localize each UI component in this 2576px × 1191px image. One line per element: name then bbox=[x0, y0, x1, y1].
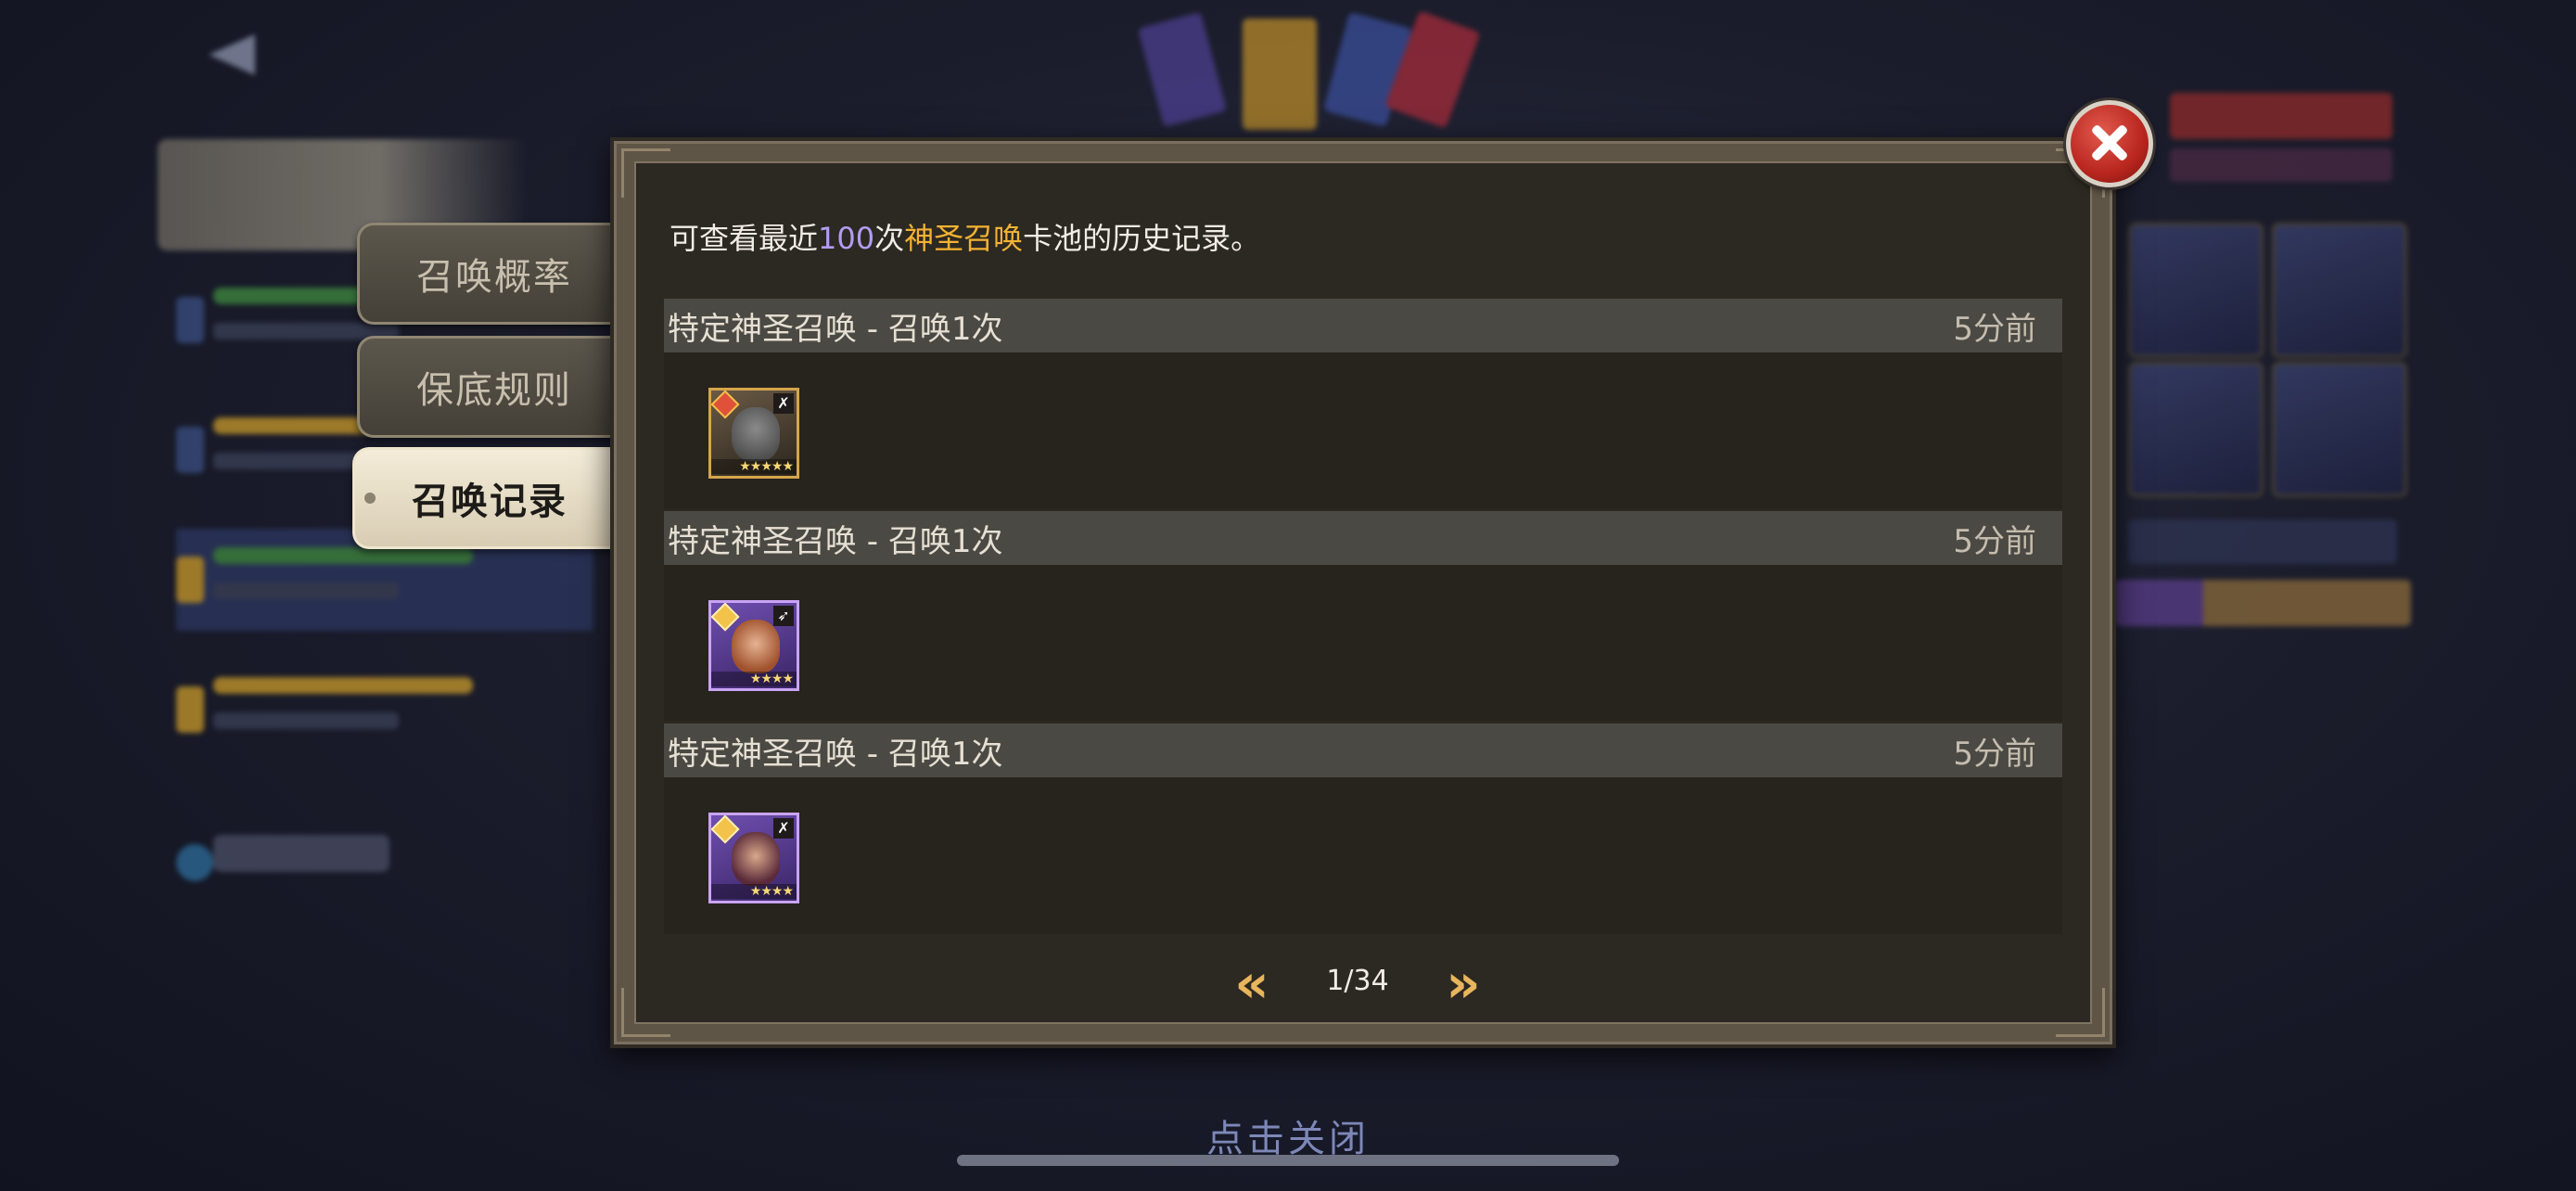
star-rating: ★★★★★ bbox=[711, 459, 797, 474]
record-title: 特定神圣召唤 - 召唤1次 bbox=[668, 310, 1003, 348]
record-header: 特定神圣召唤 - 召唤1次 5分前 bbox=[664, 511, 2062, 565]
intro-text: 可查看最近 bbox=[670, 221, 819, 256]
record-time: 5分前 bbox=[1953, 522, 2036, 560]
tab-pity-rules[interactable]: 保底规则 bbox=[357, 336, 629, 438]
frame-corner-ornament bbox=[2056, 988, 2105, 1037]
hero-portrait-archer-icon[interactable]: ➶ ★★★★ bbox=[708, 600, 799, 691]
intro-text: 次 bbox=[874, 221, 905, 256]
card-art bbox=[1243, 19, 1317, 130]
record-item: 特定神圣召唤 - 召唤1次 5分前 ✗ ★★★★★ bbox=[664, 299, 2062, 511]
list-item bbox=[176, 659, 593, 761]
record-body: ➶ ★★★★ bbox=[664, 565, 2062, 722]
home-indicator[interactable] bbox=[957, 1155, 1619, 1166]
archer-face bbox=[732, 620, 780, 673]
tab-summon-rates[interactable]: 召唤概率 bbox=[357, 223, 629, 325]
record-count: 100 bbox=[818, 221, 875, 256]
record-body: ✗ ★★★★ bbox=[664, 777, 2062, 934]
fire-element-icon bbox=[711, 391, 740, 419]
back-arrow-icon bbox=[199, 20, 274, 85]
previous-page-button[interactable]: « bbox=[1224, 956, 1280, 1010]
tab-summon-history[interactable]: 召唤记录 bbox=[352, 447, 624, 549]
page-indicator: 1/34 bbox=[1326, 965, 1389, 997]
record-header: 特定神圣召唤 - 召唤1次 5分前 bbox=[664, 299, 2062, 352]
tab-label: 保底规则 bbox=[416, 369, 572, 412]
tab-label: 召唤概率 bbox=[416, 256, 572, 299]
record-item: 特定神圣召唤 - 召唤1次 5分前 ➶ ★★★★ bbox=[664, 511, 2062, 724]
rogue-face bbox=[732, 832, 780, 886]
close-button[interactable] bbox=[2066, 100, 2153, 187]
record-header: 特定神圣召唤 - 召唤1次 5分前 bbox=[664, 724, 2062, 777]
card-art bbox=[1137, 11, 1228, 128]
record-body: ✗ ★★★★★ bbox=[664, 352, 2062, 509]
active-dot-icon bbox=[364, 493, 376, 504]
intro-text: 卡池的历史记录。 bbox=[1023, 221, 1261, 256]
class-icon: ✗ bbox=[773, 818, 794, 839]
record-time: 5分前 bbox=[1953, 735, 2036, 773]
tab-label: 召唤记录 bbox=[412, 480, 567, 523]
right-panel bbox=[2114, 74, 2411, 631]
record-list[interactable]: 特定神圣召唤 - 召唤1次 5分前 ✗ ★★★★★ 特定神圣召唤 - 召唤1次 … bbox=[664, 299, 2062, 936]
star-rating: ★★★★ bbox=[711, 672, 797, 686]
list-item bbox=[176, 816, 593, 918]
pagination: « 1/34 » bbox=[1224, 955, 1502, 1011]
record-time: 5分前 bbox=[1953, 310, 2036, 348]
record-item: 特定神圣召唤 - 召唤1次 5分前 ✗ ★★★★ bbox=[664, 724, 2062, 936]
history-description: 可查看最近100次神圣召唤卡池的历史记录。 bbox=[670, 215, 1260, 258]
class-icon: ➶ bbox=[773, 606, 794, 626]
pool-name: 神圣召唤 bbox=[904, 221, 1024, 256]
dragon-face bbox=[732, 407, 780, 461]
next-page-button[interactable]: » bbox=[1435, 956, 1491, 1010]
record-title: 特定神圣召唤 - 召唤1次 bbox=[668, 735, 1003, 773]
hero-portrait-dragon-icon[interactable]: ✗ ★★★★★ bbox=[708, 388, 799, 479]
light-element-icon bbox=[711, 603, 740, 632]
record-title: 特定神圣召唤 - 召唤1次 bbox=[668, 522, 1003, 560]
frame-corner-ornament bbox=[621, 988, 670, 1037]
star-rating: ★★★★ bbox=[711, 884, 797, 899]
class-icon: ✗ bbox=[773, 393, 794, 414]
light-element-icon bbox=[711, 815, 740, 844]
hero-portrait-rogue-icon[interactable]: ✗ ★★★★ bbox=[708, 813, 799, 903]
frame-corner-ornament bbox=[621, 148, 670, 198]
